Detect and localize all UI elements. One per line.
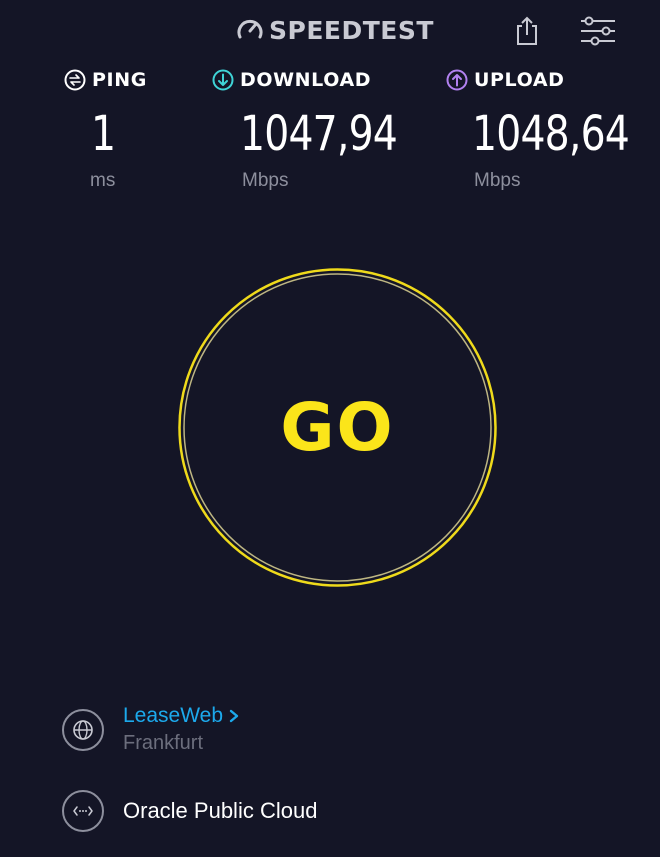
settings-sliders-icon — [581, 16, 615, 46]
ping-icon — [64, 69, 86, 91]
globe-icon — [62, 708, 104, 751]
download-value: 1047,94 — [240, 106, 398, 162]
app-header: SPEEDTEST — [0, 0, 660, 62]
share-icon — [517, 16, 537, 45]
go-button[interactable]: GO — [176, 266, 499, 589]
ping-label: PING — [92, 69, 147, 91]
connection-icon — [62, 790, 104, 832]
download-unit: Mbps — [242, 170, 289, 191]
provider-city: Frankfurt — [123, 732, 204, 754]
settings-button[interactable] — [579, 12, 617, 50]
chevron-right-icon — [229, 709, 239, 723]
upload-label: UPLOAD — [474, 69, 565, 91]
change-server-link[interactable]: LeaseWeb — [123, 704, 241, 728]
share-button[interactable] — [508, 12, 546, 50]
speedtest-logo: SPEEDTEST — [235, 14, 434, 46]
isp-name: Oracle Public Cloud — [123, 798, 318, 823]
provider-name: LeaseWeb — [123, 704, 224, 727]
speedometer-icon — [237, 19, 263, 39]
isp-info: Oracle Public Cloud — [62, 790, 317, 832]
upload-value: 1048,64 — [472, 106, 630, 162]
ping-unit: ms — [90, 170, 116, 191]
upload-metric: UPLOAD 1048,64 Mbps — [446, 66, 630, 191]
ping-metric: PING 1 ms — [64, 66, 147, 191]
go-label: GO — [280, 389, 395, 466]
download-label: DOWNLOAD — [240, 69, 372, 91]
download-metric: DOWNLOAD 1047,94 Mbps — [212, 66, 398, 191]
download-arrow-icon — [212, 69, 234, 91]
upload-arrow-icon — [446, 69, 468, 91]
ping-value: 1 — [91, 106, 116, 162]
upload-unit: Mbps — [474, 170, 521, 191]
logo-text: SPEEDTEST — [269, 15, 434, 45]
server-selector: LeaseWeb Frankfurt — [62, 704, 241, 755]
